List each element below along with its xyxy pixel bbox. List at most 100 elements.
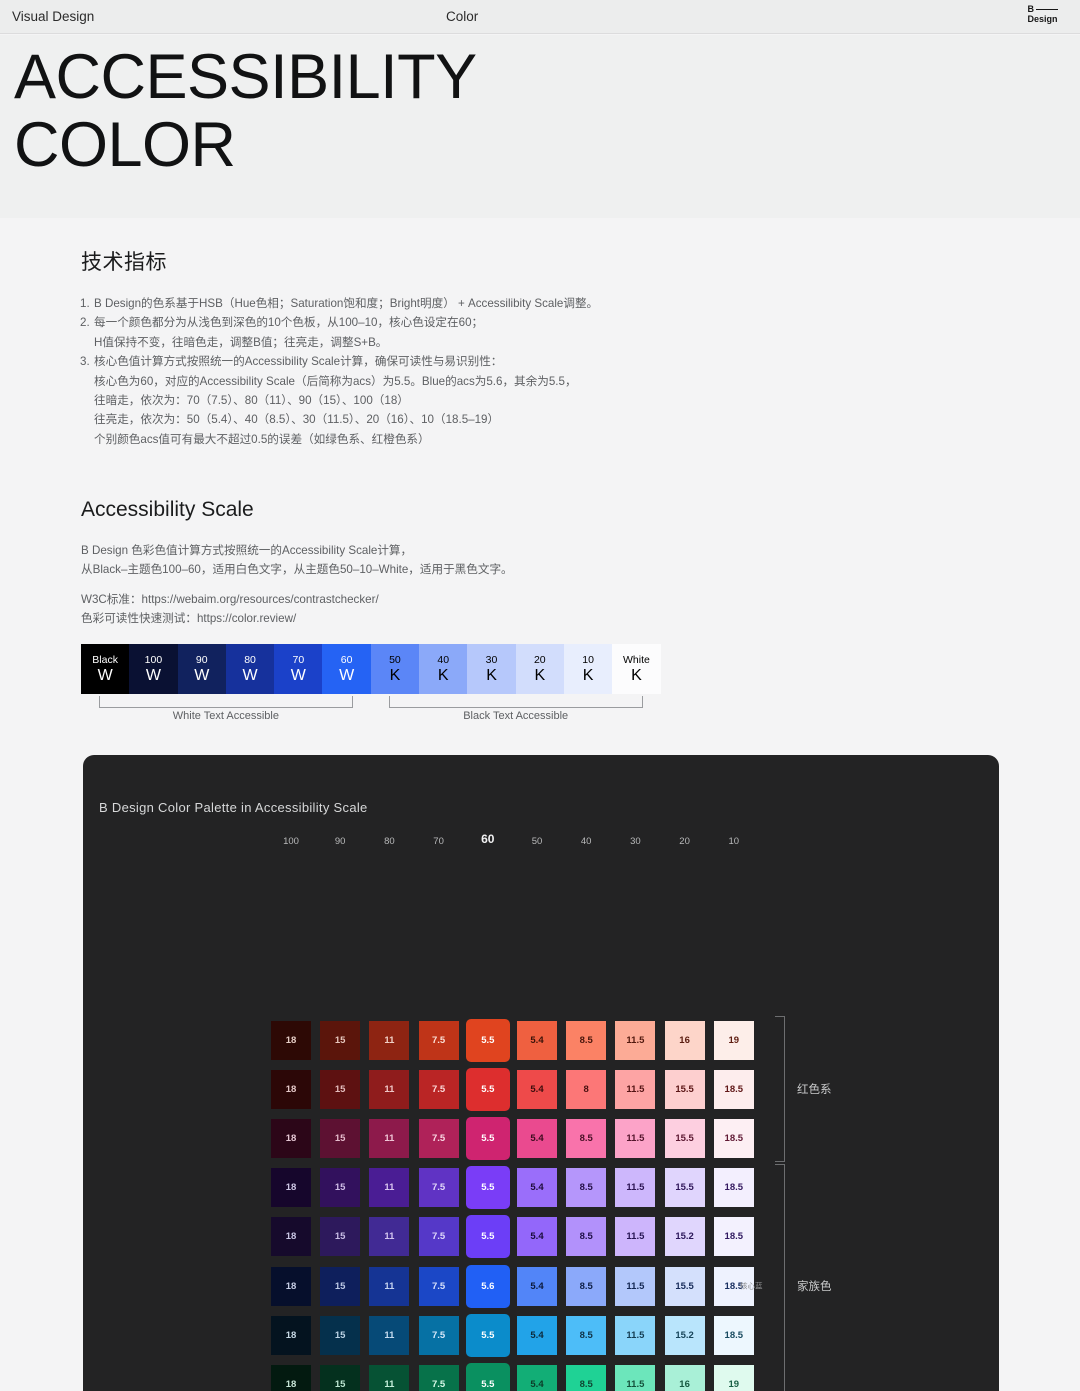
palette-swatch[interactable]: 5.5 xyxy=(465,1215,510,1259)
scale-swatch[interactable]: 10 K xyxy=(563,644,613,694)
palette-swatch[interactable]: 15 xyxy=(320,1217,361,1257)
palette-swatch[interactable]: 15 xyxy=(320,1266,361,1306)
palette-swatch[interactable]: 5.4 xyxy=(517,1315,557,1355)
palette-swatch[interactable]: 18.5 xyxy=(713,1315,754,1355)
palette-swatch[interactable]: 5.4 xyxy=(517,1364,557,1391)
palette-swatch[interactable]: 5.5 xyxy=(465,1067,510,1111)
palette-swatch[interactable]: 11 xyxy=(369,1217,410,1257)
palette-swatch[interactable]: 18 xyxy=(271,1217,311,1257)
palette-swatch[interactable]: 15 xyxy=(320,1364,361,1391)
palette-swatch[interactable]: 7.5 xyxy=(418,1217,459,1257)
palette-swatch[interactable]: 8.5 xyxy=(566,1168,607,1208)
palette-swatch[interactable]: 16 xyxy=(664,1020,705,1060)
palette-swatch[interactable]: 11 xyxy=(369,1266,410,1306)
scale-swatch[interactable]: Black W xyxy=(81,644,130,694)
palette-swatch[interactable]: 11 xyxy=(369,1020,410,1060)
palette-swatch[interactable]: 18 xyxy=(271,1020,311,1060)
color-review-link[interactable]: 色彩可读性快速测试：https://color.review/ xyxy=(81,610,701,629)
palette-swatch[interactable]: 18.5 xyxy=(713,1118,754,1158)
scale-swatch[interactable]: 20 K xyxy=(515,644,564,694)
scale-swatch[interactable]: 40 K xyxy=(419,644,468,694)
palette-swatch[interactable]: 5.4 xyxy=(517,1217,557,1257)
palette-swatch[interactable]: 5.5 xyxy=(465,1313,510,1357)
palette-swatch[interactable]: 18.5 xyxy=(713,1069,754,1109)
palette-swatch[interactable]: 18.5 xyxy=(713,1217,754,1257)
palette-swatch[interactable]: 5.4 xyxy=(517,1168,557,1208)
scale-swatch[interactable]: 70 W xyxy=(274,644,323,694)
scale-swatch[interactable]: 80 W xyxy=(225,644,275,694)
palette-swatch[interactable]: 7.5 xyxy=(418,1168,459,1208)
palette-swatch[interactable]: 7.5 xyxy=(418,1364,459,1391)
palette-swatch[interactable]: 18 xyxy=(271,1168,311,1208)
palette-swatch[interactable]: 5.5 xyxy=(465,1018,510,1062)
palette-swatch[interactable]: 11 xyxy=(369,1069,410,1109)
brand-logo[interactable]: B Design xyxy=(1028,5,1058,24)
palette-swatch[interactable]: 5.4 xyxy=(517,1020,557,1060)
scale-bracket-label: Black Text Accessible xyxy=(463,710,569,722)
palette-swatch[interactable]: 11 xyxy=(369,1118,410,1158)
palette-swatch[interactable]: 5.4 xyxy=(517,1266,557,1306)
palette-swatch[interactable]: 11.5 xyxy=(615,1020,656,1060)
palette-swatch[interactable]: 11.5 xyxy=(615,1069,656,1109)
scale-swatch[interactable]: 30 K xyxy=(467,644,516,694)
palette-swatch[interactable]: 18 xyxy=(271,1118,311,1158)
palette-swatch[interactable]: 5.5 xyxy=(465,1116,510,1160)
palette-swatch[interactable]: 11 xyxy=(369,1168,410,1208)
palette-swatch[interactable]: 11.5 xyxy=(615,1315,656,1355)
palette-swatch[interactable]: 15.5 xyxy=(664,1069,705,1109)
scale-swatch[interactable]: White K xyxy=(612,644,661,694)
palette-swatch[interactable]: 11.5 xyxy=(615,1266,656,1306)
palette-swatch[interactable]: 16 xyxy=(664,1364,705,1391)
palette-swatch[interactable]: 11.5 xyxy=(615,1364,656,1391)
palette-panel-title: B Design Color Palette in Accessibility … xyxy=(99,800,368,815)
palette-swatch[interactable]: 19 xyxy=(713,1364,754,1391)
palette-swatch[interactable]: 18 xyxy=(271,1069,311,1109)
scale-swatch[interactable]: 60 W xyxy=(322,644,371,694)
scale-swatch[interactable]: 50 K xyxy=(370,644,420,694)
palette-swatch[interactable]: 15.5 xyxy=(664,1266,705,1306)
palette-swatch[interactable]: 8.5 xyxy=(566,1266,607,1306)
palette-swatch[interactable]: 5.4 xyxy=(517,1118,557,1158)
palette-swatch[interactable]: 7.5 xyxy=(418,1315,459,1355)
palette-swatch[interactable]: 8.5 xyxy=(566,1118,607,1158)
palette-swatch[interactable]: 11.5 xyxy=(615,1118,656,1158)
palette-swatch[interactable]: 7.5 xyxy=(418,1118,459,1158)
palette-swatch[interactable]: 7.5 xyxy=(418,1266,459,1306)
palette-swatch[interactable]: 11.5 xyxy=(615,1217,656,1257)
palette-swatch[interactable]: 15 xyxy=(320,1069,361,1109)
palette-swatch[interactable]: 5.5 xyxy=(465,1362,510,1391)
palette-swatch[interactable]: 15.5 xyxy=(664,1118,705,1158)
palette-swatch[interactable]: 19 xyxy=(713,1020,754,1060)
scale-swatch[interactable]: 90 W xyxy=(177,644,226,694)
palette-swatch[interactable]: 18 xyxy=(271,1364,311,1391)
breadcrumb-section[interactable]: Visual Design xyxy=(12,9,94,24)
palette-swatch[interactable]: 11.5 xyxy=(615,1168,656,1208)
palette-swatch[interactable]: 15 xyxy=(320,1020,361,1060)
palette-swatch[interactable]: 15.2 xyxy=(664,1315,705,1355)
palette-swatch[interactable]: 15.5 xyxy=(664,1168,705,1208)
palette-swatch[interactable]: 18.5 xyxy=(713,1168,754,1208)
palette-swatch[interactable]: 8.5 xyxy=(566,1315,607,1355)
palette-swatch[interactable]: 18 xyxy=(271,1266,311,1306)
palette-swatch[interactable]: 8 xyxy=(566,1069,607,1109)
palette-swatch[interactable]: 8.5 xyxy=(566,1364,607,1391)
palette-swatch[interactable]: 18 xyxy=(271,1315,311,1355)
palette-swatch[interactable]: 15 xyxy=(320,1315,361,1355)
palette-swatch[interactable]: 15 xyxy=(320,1168,361,1208)
scale-swatch-textmode: K xyxy=(582,666,594,684)
palette-swatch[interactable]: 7.5 xyxy=(418,1069,459,1109)
palette-swatch[interactable]: 5.5 xyxy=(465,1166,510,1210)
palette-swatch[interactable]: 11 xyxy=(369,1315,410,1355)
palette-swatch[interactable]: 15.2 xyxy=(664,1217,705,1257)
palette-group-label: 家族色 xyxy=(797,1281,832,1293)
palette-swatch[interactable]: 8.5 xyxy=(566,1217,607,1257)
palette-swatch[interactable]: 5.6 xyxy=(465,1264,510,1308)
palette-swatch[interactable]: 5.4 xyxy=(517,1069,557,1109)
scale-swatch[interactable]: 100 W xyxy=(129,644,178,694)
palette-column-header: 70 xyxy=(433,836,444,847)
palette-swatch[interactable]: 8.5 xyxy=(566,1020,607,1060)
palette-swatch[interactable]: 11 xyxy=(369,1364,410,1391)
w3c-standard-link[interactable]: W3C标准：https://webaim.org/resources/contr… xyxy=(81,591,701,610)
palette-swatch[interactable]: 15 xyxy=(320,1118,361,1158)
palette-swatch[interactable]: 7.5 xyxy=(418,1020,459,1060)
